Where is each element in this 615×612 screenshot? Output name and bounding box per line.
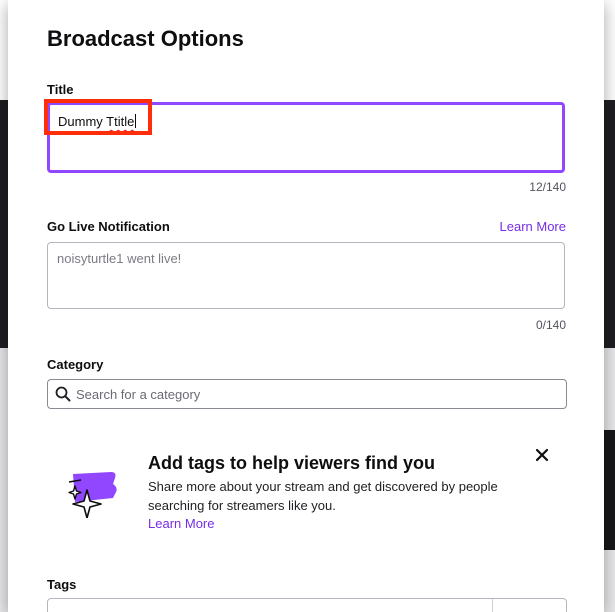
close-icon[interactable] bbox=[531, 444, 553, 466]
notification-placeholder: noisyturtle1 went live! bbox=[57, 251, 182, 266]
notification-textarea[interactable]: noisyturtle1 went live! bbox=[47, 242, 565, 309]
notification-label: Go Live Notification bbox=[47, 219, 170, 234]
title-textarea[interactable]: Dummy Ttitle bbox=[47, 102, 565, 173]
modal-title: Broadcast Options bbox=[47, 26, 244, 51]
tags-promo-learn-more-link[interactable]: Learn More bbox=[148, 516, 214, 531]
category-search-box[interactable] bbox=[47, 379, 567, 409]
title-value-word2-misspelled: Ttitle bbox=[106, 114, 135, 129]
broadcast-options-modal: Broadcast Options Title Dummy Ttitle 12/… bbox=[8, 0, 604, 612]
tags-promo-body: Share more about your stream and get dis… bbox=[148, 479, 498, 513]
search-icon bbox=[55, 386, 71, 402]
tags-input[interactable] bbox=[47, 598, 567, 612]
tags-input-divider bbox=[492, 599, 493, 612]
category-search-input[interactable] bbox=[76, 381, 556, 407]
title-value-word1: Dummy bbox=[58, 114, 103, 129]
tags-promo-heading: Add tags to help viewers find you bbox=[148, 453, 436, 473]
text-caret bbox=[135, 114, 137, 128]
category-label: Category bbox=[47, 357, 104, 372]
tags-promo-card: Add tags to help viewers find you Share … bbox=[47, 440, 567, 550]
notification-learn-more-link[interactable]: Learn More bbox=[500, 219, 566, 234]
title-value: Dummy Ttitle bbox=[58, 114, 137, 129]
notification-char-counter: 0/140 bbox=[535, 318, 566, 332]
title-char-counter: 12/140 bbox=[529, 180, 566, 194]
title-label: Title bbox=[47, 82, 74, 97]
tags-sparkle-icon bbox=[68, 472, 117, 518]
tags-label: Tags bbox=[47, 577, 77, 592]
